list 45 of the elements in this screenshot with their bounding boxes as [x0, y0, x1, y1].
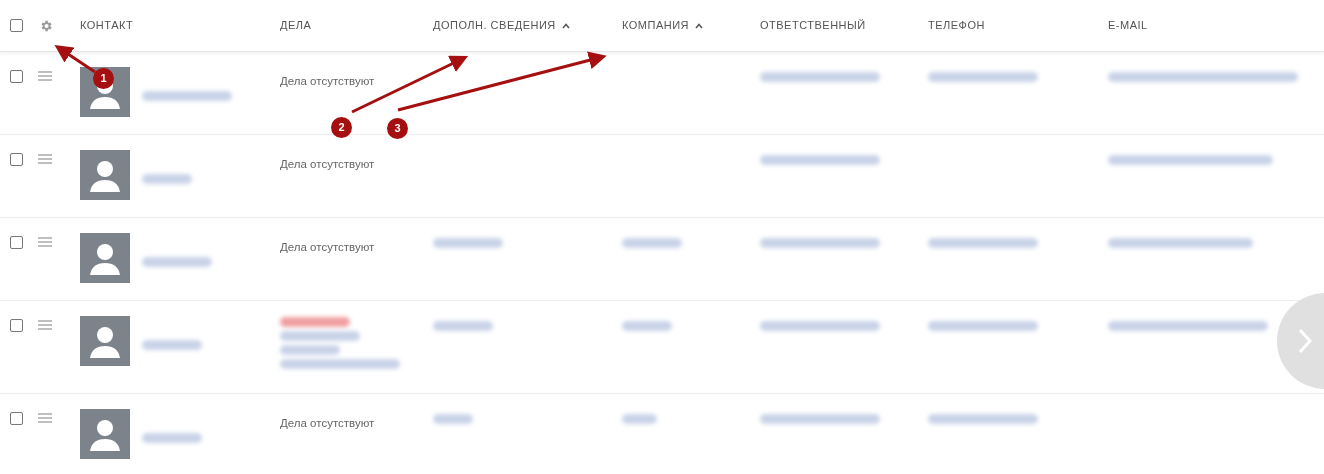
- annotation-badge: 3: [387, 118, 408, 139]
- chevron-right-icon: [1297, 327, 1313, 355]
- checkbox[interactable]: [10, 19, 23, 32]
- blurred-text: [433, 414, 473, 424]
- drag-handle-icon[interactable]: [38, 71, 52, 81]
- blurred-text: [280, 317, 350, 327]
- drag-handle-icon[interactable]: [38, 320, 52, 330]
- checkbox[interactable]: [10, 70, 23, 83]
- blurred-text: [142, 174, 192, 184]
- column-header[interactable]: E-MAIL: [1108, 17, 1148, 34]
- annotation-arrow: [54, 45, 96, 74]
- sort-caret-icon: [561, 22, 570, 29]
- column-header[interactable]: ТЕЛЕФОН: [928, 17, 985, 34]
- avatar-icon: [80, 409, 130, 459]
- no-deals-text: Дела отсутствуют: [280, 75, 375, 87]
- drag-handle-icon[interactable]: [38, 154, 52, 164]
- blurred-text: [142, 433, 202, 443]
- avatar-icon: [80, 316, 130, 366]
- column-header[interactable]: КОНТАКТ: [80, 17, 134, 34]
- checkbox[interactable]: [10, 319, 23, 332]
- blurred-text: [280, 345, 340, 355]
- column-header[interactable]: ДОПОЛН. СВЕДЕНИЯ: [433, 17, 570, 34]
- column-header[interactable]: КОМПАНИЯ: [622, 17, 704, 34]
- sort-caret-icon: [695, 22, 704, 29]
- checkbox[interactable]: [10, 412, 23, 425]
- avatar-icon: [80, 150, 130, 200]
- no-deals-text: Дела отсутствуют: [280, 417, 375, 429]
- blurred-text: [433, 321, 493, 331]
- checkbox[interactable]: [10, 153, 23, 166]
- annotation-badge: 2: [331, 117, 352, 138]
- column-header[interactable]: ОТВЕТСТВЕННЫЙ: [760, 17, 866, 34]
- blurred-text: [622, 321, 672, 331]
- blurred-text: [142, 340, 202, 350]
- checkbox[interactable]: [10, 236, 23, 249]
- blurred-text: [622, 414, 657, 424]
- blurred-text: [142, 257, 212, 267]
- blurred-text: [433, 238, 503, 248]
- column-header[interactable]: ДЕЛА: [280, 17, 312, 34]
- blurred-text: [622, 238, 682, 248]
- avatar-icon: [80, 233, 130, 283]
- no-deals-text: Дела отсутствуют: [280, 241, 375, 253]
- drag-handle-icon[interactable]: [38, 413, 52, 423]
- drag-handle-icon[interactable]: [38, 237, 52, 247]
- no-deals-text: Дела отсутствуют: [280, 158, 375, 170]
- settings-icon[interactable]: [39, 18, 53, 33]
